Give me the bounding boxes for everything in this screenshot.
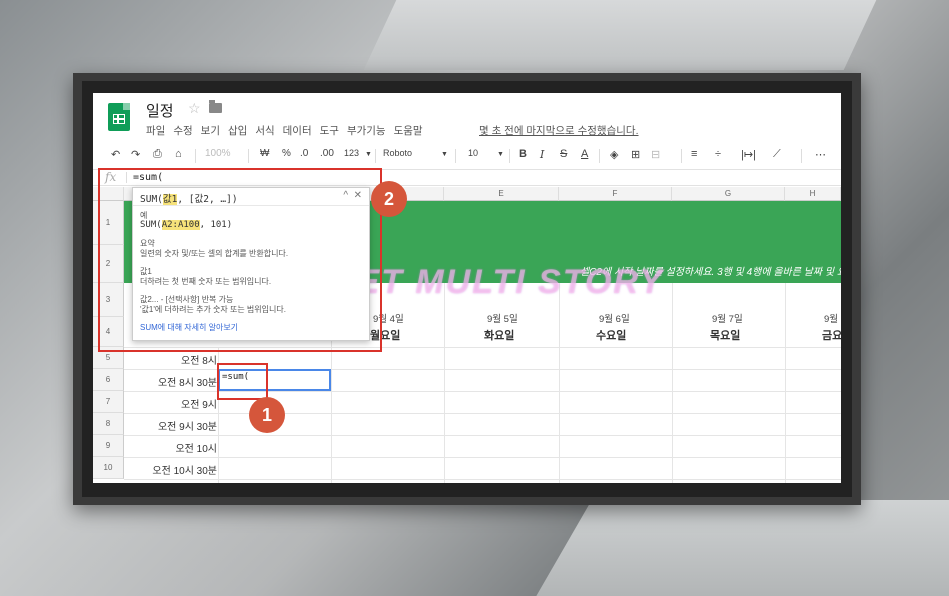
time-cell[interactable]: 오전 9시 30분 xyxy=(158,418,217,433)
annotation-badge-2: 2 xyxy=(371,181,407,217)
grid-line xyxy=(672,283,673,483)
grid-line xyxy=(444,283,445,483)
fill-color-icon[interactable]: ◈ xyxy=(610,148,618,161)
print-icon[interactable]: ⎙ xyxy=(153,148,162,161)
chevron-down-icon[interactable]: ▼ xyxy=(497,151,504,158)
grid-line xyxy=(124,479,841,480)
toolbar-divider xyxy=(375,149,376,163)
row-header[interactable]: 6 xyxy=(93,369,124,391)
star-icon[interactable]: ☆ xyxy=(188,100,201,117)
paint-format-icon[interactable]: ⌂ xyxy=(175,148,182,160)
font-size-select[interactable]: 10 xyxy=(468,148,478,158)
date-cell[interactable]: 9월 7일 xyxy=(712,311,743,325)
toolbar-divider xyxy=(248,149,249,163)
percent-button[interactable]: % xyxy=(282,148,291,159)
menu-edit[interactable]: 수정 xyxy=(173,123,192,138)
chevron-down-icon[interactable]: ▼ xyxy=(441,151,448,158)
weekday-cell[interactable]: 수요일 xyxy=(596,327,626,343)
toolbar-divider xyxy=(801,149,802,163)
toolbar-divider xyxy=(509,149,510,163)
menu-addons[interactable]: 부가기능 xyxy=(347,123,386,138)
date-cell[interactable]: 9월 xyxy=(824,311,838,325)
sheets-logo-icon[interactable] xyxy=(108,103,130,131)
text-color-button[interactable]: A xyxy=(581,148,588,160)
menu-tools[interactable]: 도구 xyxy=(320,123,339,138)
background-laptop xyxy=(363,0,877,70)
menu-help[interactable]: 도움말 xyxy=(394,123,423,138)
grid-line xyxy=(785,283,786,483)
weekday-cell[interactable]: 금요 xyxy=(822,327,841,343)
strikethrough-button[interactable]: S xyxy=(560,148,567,160)
font-select[interactable]: Roboto xyxy=(383,148,412,158)
menu-format[interactable]: 서식 xyxy=(255,123,274,138)
text-rotation-icon[interactable]: ⟋ xyxy=(773,148,781,161)
bold-button[interactable]: B xyxy=(519,148,527,160)
time-cell[interactable]: 오전 9시 xyxy=(181,396,217,411)
folder-icon[interactable] xyxy=(209,100,222,113)
row-header[interactable]: 10 xyxy=(93,457,124,479)
vertical-align-icon[interactable]: ÷ xyxy=(715,148,721,160)
row-header[interactable]: 7 xyxy=(93,391,124,413)
redo-icon[interactable]: ↷ xyxy=(131,148,140,161)
undo-icon[interactable]: ↶ xyxy=(111,148,120,161)
increase-decimal-button[interactable]: .00 xyxy=(320,148,334,159)
toolbar-divider xyxy=(195,149,196,163)
grid-line xyxy=(124,413,841,414)
menu-view[interactable]: 보기 xyxy=(201,123,220,138)
time-cell[interactable]: 오전 10시 xyxy=(175,440,217,455)
toolbar-divider xyxy=(681,149,682,163)
background-keyboard xyxy=(528,500,949,596)
annotation-box-2 xyxy=(98,168,382,352)
document-title[interactable]: 일정 xyxy=(146,100,174,121)
column-header-f[interactable]: F xyxy=(559,187,672,201)
last-edit-link[interactable]: 몇 초 전에 마지막으로 수정했습니다. xyxy=(479,123,639,138)
text-wrap-icon[interactable]: |↦| xyxy=(741,148,756,161)
time-cell[interactable]: 오전 8시 30분 xyxy=(158,374,217,389)
row-header[interactable]: 8 xyxy=(93,413,124,435)
grid-line xyxy=(559,283,560,483)
borders-icon[interactable]: ⊞ xyxy=(631,148,640,161)
menu-file[interactable]: 파일 xyxy=(146,123,165,138)
annotation-box-1 xyxy=(217,363,268,400)
grid-line xyxy=(124,457,841,458)
time-cell[interactable]: 오전 8시 xyxy=(181,352,217,367)
column-header-e[interactable]: E xyxy=(444,187,559,201)
number-format-select[interactable]: 123 xyxy=(344,148,359,158)
align-left-icon[interactable]: ≡ xyxy=(691,148,697,160)
more-icon[interactable]: ⋯ xyxy=(815,148,826,161)
weekday-cell[interactable]: 화요일 xyxy=(484,327,514,343)
menu-bar: 파일 수정 보기 삽입 서식 데이터 도구 부가기능 도움말 xyxy=(146,123,423,138)
weekday-cell[interactable]: 목요일 xyxy=(710,327,740,343)
date-cell[interactable]: 9월 6일 xyxy=(599,311,630,325)
menu-data[interactable]: 데이터 xyxy=(283,123,312,138)
menu-insert[interactable]: 삽입 xyxy=(228,123,247,138)
row-header[interactable]: 9 xyxy=(93,435,124,457)
column-header-g[interactable]: G xyxy=(672,187,785,201)
date-cell[interactable]: 9월 5일 xyxy=(487,311,518,325)
zoom-select[interactable]: 100% xyxy=(205,148,231,159)
grid-line xyxy=(124,435,841,436)
decrease-decimal-button[interactable]: .0 xyxy=(300,148,308,159)
toolbar-divider xyxy=(599,149,600,163)
merge-cells-icon[interactable]: ⊟ xyxy=(651,148,660,161)
toolbar-divider xyxy=(455,149,456,163)
chevron-down-icon[interactable]: ▼ xyxy=(365,151,372,158)
time-cell[interactable]: 오전 10시 30분 xyxy=(152,462,217,477)
column-header-h[interactable]: H xyxy=(785,187,841,201)
italic-button[interactable]: I xyxy=(540,148,544,161)
currency-button[interactable]: ₩ xyxy=(260,148,269,159)
annotation-badge-1: 1 xyxy=(249,397,285,433)
